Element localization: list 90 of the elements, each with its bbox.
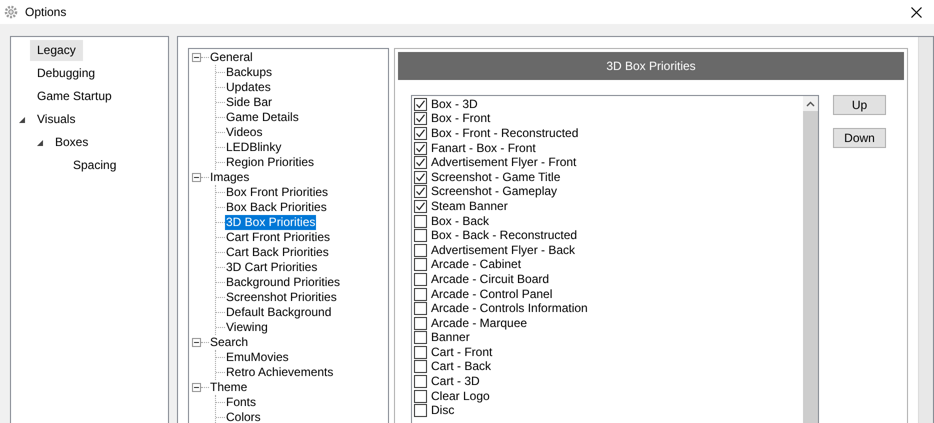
collapse-icon[interactable]: [192, 338, 201, 347]
scrollbar[interactable]: [918, 37, 933, 423]
checkbox-label: Arcade - Cabinet: [431, 258, 522, 272]
checkbox[interactable]: [414, 112, 427, 126]
checkbox-label: Disc: [431, 404, 454, 418]
checkbox[interactable]: [414, 244, 427, 257]
collapse-icon[interactable]: [192, 173, 201, 182]
checkbox[interactable]: [414, 170, 427, 184]
tree-item[interactable]: Updates: [225, 80, 272, 95]
tree-item[interactable]: Screenshot Priorities: [225, 290, 338, 305]
sidebar-item[interactable]: Boxes: [48, 132, 96, 153]
tree-item[interactable]: Cart Front Priorities: [225, 230, 332, 245]
checkbox-label: Arcade - Controls Information: [431, 302, 588, 316]
checkbox[interactable]: [414, 404, 427, 418]
checkbox[interactable]: [414, 200, 427, 213]
tree-item[interactable]: Backups: [225, 65, 274, 80]
tree-item[interactable]: Theme: [209, 380, 248, 395]
tree-item[interactable]: Box Front Priorities: [225, 185, 330, 200]
tree-item[interactable]: 3D Box Priorities: [225, 215, 316, 230]
tree-item[interactable]: Region Priorities: [225, 155, 316, 170]
checkbox[interactable]: [414, 288, 427, 301]
checkbox-label: Arcade - Control Panel: [431, 288, 552, 301]
move-button[interactable]: Down: [833, 128, 886, 148]
checkbox-label: Cart - 3D: [431, 375, 480, 388]
checkbox-label: Box - 3D: [431, 98, 478, 111]
tree-item[interactable]: Background Priorities: [225, 275, 342, 290]
checkbox[interactable]: [414, 214, 427, 228]
tree-item[interactable]: Images: [209, 170, 250, 185]
checkbox-label: Advertisement Flyer - Front: [431, 156, 576, 170]
checkbox-label: Clear Logo: [431, 390, 490, 403]
checkbox[interactable]: [414, 302, 427, 316]
tree-item[interactable]: Default Background: [225, 305, 332, 320]
checkbox-label: Box - Front - Reconstructed: [431, 126, 578, 140]
checkbox-label: Screenshot - Game Title: [431, 170, 560, 184]
checkbox[interactable]: [414, 258, 427, 272]
checkbox[interactable]: [414, 331, 427, 344]
checkbox[interactable]: [414, 272, 427, 286]
tree-item[interactable]: 3D Cart Priorities: [225, 260, 318, 275]
checkbox-label: Arcade - Marquee: [431, 316, 528, 330]
close-icon[interactable]: [911, 6, 922, 18]
tree-item[interactable]: Cart Back Priorities: [225, 245, 330, 260]
scroll-up-icon[interactable]: [806, 101, 815, 107]
panel-header: 3D Box Priorities: [398, 52, 904, 80]
checkbox[interactable]: [414, 98, 427, 111]
checkbox[interactable]: [414, 229, 427, 242]
tree-item[interactable]: Colors: [225, 410, 262, 423]
checkbox[interactable]: [414, 346, 427, 359]
checkbox[interactable]: [414, 126, 427, 140]
sidebar-item[interactable]: Debugging: [30, 63, 102, 84]
sidebar-item[interactable]: Visuals: [30, 109, 82, 130]
checkbox-label: Banner: [431, 331, 470, 344]
sidebar-item[interactable]: Legacy: [30, 40, 83, 61]
expand-arrow-icon[interactable]: [37, 140, 43, 146]
checkbox[interactable]: [414, 375, 427, 388]
checkbox-label: Arcade - Circuit Board: [431, 272, 550, 286]
checkbox[interactable]: [414, 142, 427, 155]
tree-item[interactable]: Fonts: [225, 395, 258, 410]
tree-item[interactable]: EmuMovies: [225, 350, 290, 365]
checkbox-label: Cart - Back: [431, 360, 492, 374]
move-button[interactable]: Up: [833, 95, 886, 115]
checkbox-label: Steam Banner: [431, 200, 508, 213]
checkbox[interactable]: [414, 390, 427, 403]
expand-arrow-icon[interactable]: [19, 116, 25, 122]
checkbox-label: Screenshot - Gameplay: [431, 185, 558, 198]
checkbox-label: Box - Front: [431, 112, 490, 126]
tree-item[interactable]: Box Back Priorities: [225, 200, 328, 215]
checkbox-label: Advertisement Flyer - Back: [431, 244, 576, 257]
scrollbar[interactable]: [803, 96, 818, 423]
sidebar-item[interactable]: Spacing: [66, 155, 124, 176]
tree-item[interactable]: LEDBlinky: [225, 140, 282, 155]
tree-item[interactable]: Side Bar: [225, 95, 274, 110]
checkbox-label: Cart - Front: [431, 346, 492, 359]
collapse-icon[interactable]: [192, 53, 201, 62]
tree-item[interactable]: Videos: [225, 125, 264, 140]
tree-item[interactable]: Viewing: [225, 320, 269, 335]
checkbox[interactable]: [414, 185, 427, 198]
tree-item[interactable]: Game Details: [225, 110, 300, 125]
tree-item[interactable]: General: [209, 50, 254, 65]
checkbox-label: Box - Back: [431, 214, 490, 228]
gear-icon: [4, 5, 18, 19]
tree-item[interactable]: Retro Achievements: [225, 365, 334, 380]
tree-item[interactable]: Search: [209, 335, 250, 350]
checkbox[interactable]: [414, 360, 427, 374]
collapse-icon[interactable]: [192, 383, 201, 392]
checkbox-label: Fanart - Box - Front: [431, 142, 536, 155]
sidebar-item[interactable]: Game Startup: [30, 86, 119, 107]
window-title: Options: [25, 5, 66, 19]
checkbox[interactable]: [414, 156, 427, 170]
checkbox-label: Box - Back - Reconstructed: [431, 229, 578, 242]
checkbox[interactable]: [414, 316, 427, 330]
